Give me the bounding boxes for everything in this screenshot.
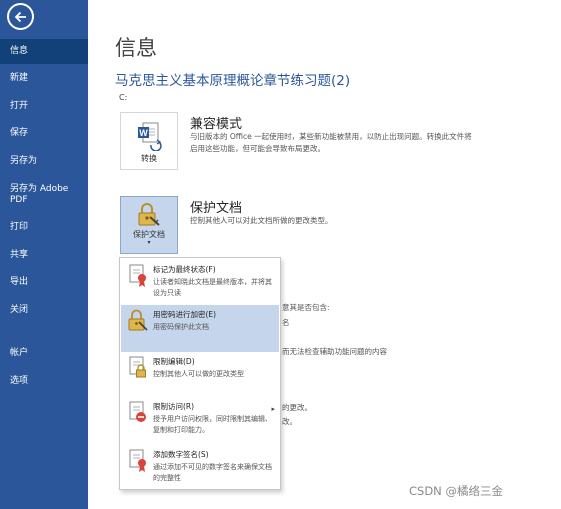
nav-item-info[interactable]: 信息	[0, 39, 88, 64]
nav-item-save[interactable]: 保存	[0, 128, 88, 139]
menu-item-desc: 控制其他人可以做的更改类型	[153, 370, 244, 378]
convert-button[interactable]: W 转换	[120, 112, 178, 170]
inspect-snippet-3: 而无法检查辅助功能问题的内容	[282, 347, 387, 356]
menu-item-title: 限制编辑(D)	[153, 357, 195, 366]
nav-item-label: 信息	[10, 46, 29, 56]
lock-key-icon	[128, 309, 148, 331]
compat-mode-desc-line2: 启用这些功能，但可能会导致布局更改。	[190, 144, 325, 153]
menu-item-encrypt-password[interactable]: 用密码进行加密(E) 用密码保护此文档	[121, 305, 279, 352]
menu-item-restrict-editing[interactable]: 限制编辑(D) 控制其他人可以做的更改类型	[121, 352, 279, 397]
nav-item-export[interactable]: 导出	[0, 277, 88, 288]
convert-button-label: 转换	[141, 154, 157, 163]
nav-item-options[interactable]: 选项	[0, 376, 88, 387]
nav-item-label: 导出	[10, 277, 29, 287]
nav-item-close[interactable]: 关闭	[0, 305, 88, 316]
nav-item-label: 选项	[10, 376, 29, 386]
back-button[interactable]	[7, 3, 34, 30]
nav-item-label: 保存	[10, 128, 29, 138]
nav-item-save-as-pdf[interactable]: 另存为 Adobe PDF	[0, 184, 80, 206]
backstage-window: 信息 新建 打开 保存 另存为 另存为 Adobe PDF 打印 共享 导出 关…	[0, 0, 561, 509]
protect-document-desc: 控制其他人可以对此文档所做的更改类型。	[190, 216, 333, 225]
menu-item-desc: 用密码保护此文档	[153, 323, 209, 331]
page-title: 信息	[115, 36, 157, 60]
document-title: 马克思主义基本原理概论章节练习题(2)	[115, 73, 351, 89]
watermark: CSDN @橘络三金	[409, 484, 503, 498]
nav-item-label: 帐户	[10, 348, 29, 358]
menu-item-desc: 通过添加不可见的数字签名来确保文档的完整性	[153, 463, 272, 482]
backstage-sidebar: 信息 新建 打开 保存 另存为 另存为 Adobe PDF 打印 共享 导出 关…	[0, 0, 88, 509]
menu-item-add-digital-signature[interactable]: 添加数字签名(S) 通过添加不可见的数字签名来确保文档的完整性	[121, 445, 279, 489]
nav-item-label: 另存为 Adobe PDF	[10, 184, 69, 205]
menu-item-title: 限制访问(R)	[153, 402, 195, 411]
nav-item-new[interactable]: 新建	[0, 73, 88, 84]
protect-document-title: 保护文档	[190, 201, 243, 216]
svg-text:W: W	[139, 128, 148, 138]
restrict-editing-icon	[129, 356, 146, 378]
nav-item-label: 共享	[10, 250, 29, 260]
document-path: C:	[119, 93, 128, 102]
protect-document-menu: 标记为最终状态(F) 让读者知晓此文档是最终版本，并将其设为只读 用密码进行加密…	[119, 257, 281, 490]
nav-item-open[interactable]: 打开	[0, 101, 88, 112]
nav-item-label: 关闭	[10, 305, 29, 315]
compat-mode-desc-line1: 与旧版本的 Office 一起使用时，某些新功能被禁用，以防止出现问题。转换此文…	[190, 132, 472, 141]
inspect-snippet-2: 名	[282, 318, 290, 327]
nav-item-label: 新建	[10, 73, 29, 83]
versions-snippet-2: 改。	[282, 417, 297, 426]
compat-mode-title: 兼容模式	[190, 117, 243, 132]
digital-signature-icon	[129, 449, 146, 472]
menu-item-mark-final[interactable]: 标记为最终状态(F) 让读者知晓此文档是最终版本，并将其设为只读	[121, 260, 279, 305]
restrict-access-icon	[129, 401, 146, 422]
menu-item-restrict-access[interactable]: 限制访问(R) 授予用户访问权限，同时限制其编辑、复制和打印能力。 ▸	[121, 397, 279, 445]
back-arrow-icon	[14, 11, 26, 22]
mark-final-icon	[129, 264, 146, 287]
menu-item-desc: 让读者知晓此文档是最终版本，并将其设为只读	[153, 278, 272, 297]
nav-item-label: 另存为	[10, 156, 38, 166]
nav-item-print[interactable]: 打印	[0, 222, 88, 233]
nav-item-account[interactable]: 帐户	[0, 348, 88, 359]
submenu-arrow-icon: ▸	[271, 405, 275, 413]
chevron-down-icon: ▾	[147, 239, 151, 246]
nav-item-share[interactable]: 共享	[0, 250, 88, 261]
menu-item-desc: 授予用户访问权限，同时限制其编辑、复制和打印能力。	[153, 415, 272, 434]
menu-item-title: 添加数字签名(S)	[153, 450, 209, 459]
versions-snippet-1: 的更改。	[282, 403, 312, 412]
lock-key-icon	[138, 203, 160, 226]
menu-item-title: 标记为最终状态(F)	[153, 265, 216, 274]
nav-item-save-as[interactable]: 另存为	[0, 156, 88, 167]
nav-item-label: 打印	[10, 222, 29, 232]
nav-item-label: 打开	[10, 101, 29, 111]
word-document-icon: W	[138, 122, 162, 151]
menu-item-title: 用密码进行加密(E)	[153, 310, 217, 319]
protect-document-button[interactable]: 保护文档 ▾	[120, 196, 178, 254]
inspect-snippet-1: 意其是否包含:	[282, 303, 330, 312]
